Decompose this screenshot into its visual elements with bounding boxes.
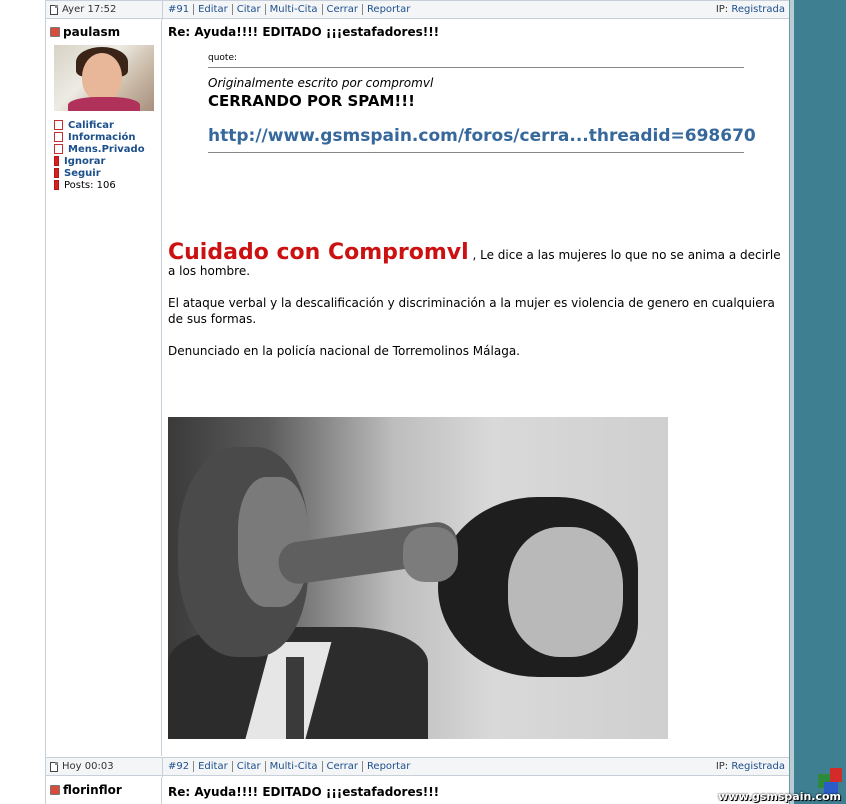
column-divider (162, 1, 163, 20)
user-links: Calificar Información Mens.Privado Ignor… (54, 119, 145, 191)
quote-box: Originalmente escrito por compromvl CERR… (208, 67, 756, 153)
post-header-bar-2: Hoy 00:03 #92 Editar Citar Multi-Cita Ce… (46, 757, 789, 777)
rate-icon (54, 120, 63, 130)
follow-link[interactable]: Seguir (64, 168, 101, 179)
photo-tie (286, 657, 304, 739)
quote-block: quote: Originalmente escrito por comprom… (208, 53, 756, 153)
post-area: Ayer 17:52 #91 Editar Citar Multi-Cita C… (46, 0, 789, 804)
info-icon (54, 132, 63, 142)
site-logo[interactable]: www.gsmspain.com (718, 762, 846, 804)
quote-link[interactable]: Citar (231, 761, 265, 772)
user-info-column-2: florinflor (46, 777, 162, 804)
post-image[interactable] (168, 417, 668, 739)
user-link-ignore[interactable]: Ignorar (54, 155, 145, 167)
rate-link[interactable]: Calificar (68, 120, 114, 131)
quote-thread-link[interactable]: http://www.gsmspain.com/foros/cerra...th… (208, 126, 756, 146)
post-title: Re: Ayuda!!!! EDITADO ¡¡¡estafadores!!! (168, 25, 440, 39)
ip-value-link[interactable]: Registrada (731, 4, 785, 15)
post-body: Cuidado con Compromvl , Le dice a las mu… (168, 242, 786, 375)
multi-quote-link[interactable]: Multi-Cita (264, 761, 322, 772)
post-actions: #92 Editar Citar Multi-Cita Cerrar Repor… (168, 761, 414, 772)
photo-fist (403, 527, 458, 582)
quote-label: quote: (208, 53, 238, 63)
follow-icon (54, 168, 59, 178)
report-link[interactable]: Reportar (361, 4, 414, 15)
username-text: paulasm (63, 25, 121, 39)
post-date-text: Hoy 00:03 (62, 761, 114, 772)
ignore-icon (54, 156, 59, 166)
post-number-link[interactable]: #92 (168, 761, 193, 772)
post-content: Re: Ayuda!!!! EDITADO ¡¡¡estafadores!!! … (168, 20, 786, 756)
offline-status-icon (50, 27, 60, 37)
username-text: florinflor (63, 783, 122, 797)
user-link-info[interactable]: Información (54, 131, 145, 143)
user-link-follow[interactable]: Seguir (54, 167, 145, 179)
post-header-bar: Ayer 17:52 #91 Editar Citar Multi-Cita C… (46, 0, 789, 20)
edit-link[interactable]: Editar (193, 4, 232, 15)
edit-link[interactable]: Editar (193, 761, 232, 772)
photo-woman-face (508, 527, 623, 657)
avatar-shirt (68, 97, 140, 111)
ip-info: IP: Registrada (716, 4, 785, 15)
message-icon (54, 144, 63, 154)
post-date: Hoy 00:03 (50, 761, 160, 772)
right-side-bar (789, 0, 846, 804)
post-date: Ayer 17:52 (50, 4, 160, 15)
user-link-pm[interactable]: Mens.Privado (54, 143, 145, 155)
posts-icon (54, 180, 59, 190)
username[interactable]: florinflor (50, 783, 122, 797)
offline-status-icon (50, 785, 60, 795)
avatar[interactable] (54, 45, 154, 111)
left-gutter (0, 0, 46, 804)
right-bar-edge (790, 0, 794, 804)
logo-text: www.gsmspain.com (718, 790, 842, 803)
user-posts-count: Posts: 106 (54, 179, 145, 191)
red-heading: Cuidado con Compromvl (168, 240, 469, 265)
post-title: Re: Ayuda!!!! EDITADO ¡¡¡estafadores!!! (168, 785, 440, 799)
quote-author-name: compromvl (365, 76, 434, 90)
post-content-2: Re: Ayuda!!!! EDITADO ¡¡¡estafadores!!! (168, 777, 786, 804)
multi-quote-link[interactable]: Multi-Cita (264, 4, 322, 15)
document-icon (50, 761, 58, 772)
avatar-face (82, 53, 122, 101)
user-info-column: paulasm Calificar Información Mens.Priva… (46, 20, 162, 756)
close-link[interactable]: Cerrar (321, 4, 362, 15)
ip-label: IP: (715, 4, 729, 15)
quote-author-prefix: Originalmente escrito por (208, 76, 362, 90)
posts-count-text: Posts: 106 (64, 179, 116, 191)
info-link[interactable]: Información (68, 132, 136, 143)
body-para-3: Denunciado en la policía nacional de Tor… (168, 344, 520, 358)
body-para-2: El ataque verbal y la descalificación y … (168, 296, 775, 326)
quote-link[interactable]: Citar (231, 4, 265, 15)
ignore-link[interactable]: Ignorar (64, 156, 105, 167)
username[interactable]: paulasm (50, 25, 120, 39)
private-message-link[interactable]: Mens.Privado (68, 144, 145, 155)
close-link[interactable]: Cerrar (321, 761, 362, 772)
quote-headline: CERRANDO POR SPAM!!! (208, 92, 415, 110)
report-link[interactable]: Reportar (361, 761, 414, 772)
body-para-1: Cuidado con Compromvl , Le dice a las mu… (168, 242, 786, 279)
logo-cube-red (830, 768, 842, 782)
post-number-link[interactable]: #91 (168, 4, 193, 15)
quote-author: Originalmente escrito por compromvl (208, 76, 744, 90)
post-actions: #91 Editar Citar Multi-Cita Cerrar Repor… (168, 4, 414, 15)
user-link-rate[interactable]: Calificar (54, 119, 145, 131)
document-icon (50, 4, 58, 15)
post-date-text: Ayer 17:52 (62, 4, 117, 15)
column-divider (162, 758, 163, 777)
